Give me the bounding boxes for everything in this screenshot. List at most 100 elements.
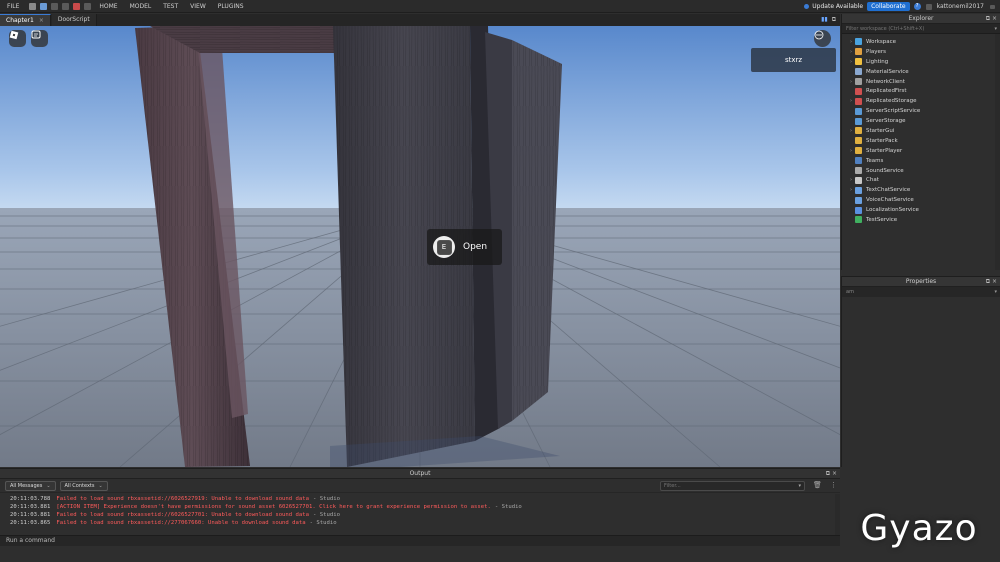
workspace-icon	[855, 38, 862, 46]
starterpack-icon	[855, 137, 862, 145]
explorer-item-replicatedfirst[interactable]: ReplicatedFirst	[842, 86, 1000, 96]
explorer-item-serverstorage[interactable]: ServerStorage	[842, 116, 1000, 126]
explorer-item-replicatedstorage[interactable]: › ReplicatedStorage	[842, 96, 1000, 106]
menu-test[interactable]: TEST	[157, 3, 184, 10]
menu-plugins[interactable]: PLUGINS	[212, 3, 250, 10]
game-viewport[interactable]: stxrz E Open	[0, 26, 840, 467]
explorer-item-serverscriptservice[interactable]: ServerScriptService	[842, 106, 1000, 116]
explorer-item-label: ReplicatedStorage	[866, 98, 917, 105]
chat-button[interactable]	[31, 30, 48, 47]
chevron-right-icon[interactable]: ›	[847, 187, 855, 193]
prompt-key: E	[436, 239, 452, 255]
trash-icon[interactable]: 🗑	[813, 481, 822, 489]
proximity-prompt[interactable]: E Open	[427, 229, 502, 265]
properties-filter-input[interactable]: am ▾	[842, 287, 1000, 297]
roblox-logo-icon	[9, 30, 19, 40]
tab-doorscript[interactable]: DoorScript	[51, 14, 97, 26]
panel-controls-icon[interactable]: ⧉ ×	[826, 469, 837, 479]
explorer-item-voicechatservice[interactable]: VoiceChatService	[842, 195, 1000, 205]
chevron-right-icon[interactable]: ›	[847, 59, 855, 65]
explorer-item-workspace[interactable]: › Workspace	[842, 37, 1000, 47]
explorer-panel: Explorer ⧉ × Filter workspace (Ctrl+Shift…	[841, 14, 1000, 270]
output-line[interactable]: 20:11:03.788 Failed to load sound rbxasse…	[10, 495, 828, 503]
contexts-filter-dropdown[interactable]: All Contexts ⌄	[59, 480, 108, 491]
help-icon[interactable]: ?	[913, 3, 921, 10]
share-icon[interactable]	[925, 3, 932, 10]
output-filter-input[interactable]: Filter... ▾	[660, 481, 805, 491]
close-icon[interactable]: ×	[39, 17, 44, 24]
materialservice-icon	[855, 68, 862, 76]
panel-controls-icon[interactable]: ⧉ ×	[986, 277, 997, 287]
textchatservice-icon	[855, 186, 862, 194]
update-available-button[interactable]: Update Available	[804, 3, 863, 10]
explorer-item-testservice[interactable]: TestService	[842, 215, 1000, 225]
chevron-right-icon[interactable]: ›	[847, 177, 855, 183]
output-line[interactable]: 20:11:03.881 Failed to load sound rbxasse…	[10, 511, 828, 519]
chevron-right-icon[interactable]: ›	[847, 49, 855, 55]
username[interactable]: kattonemil2017	[937, 3, 984, 10]
command-bar-input[interactable]: Run a command	[0, 535, 840, 546]
record-icon[interactable]	[73, 2, 81, 10]
roblox-menu-button[interactable]	[9, 30, 26, 47]
explorer-scrollbar[interactable]	[995, 34, 1000, 270]
undock-icon[interactable]: ⧉	[832, 16, 836, 24]
menu-view[interactable]: VIEW	[184, 3, 212, 10]
soundservice-icon	[855, 167, 862, 175]
scene-render	[0, 26, 840, 467]
chevron-right-icon[interactable]: ›	[847, 98, 855, 104]
more-options-button[interactable]	[814, 30, 831, 47]
panel-controls-icon[interactable]: ⧉ ×	[986, 14, 997, 24]
customize-icon[interactable]	[84, 2, 92, 10]
output-line[interactable]: 20:11:03.865 Failed to load sound rbxasse…	[10, 519, 828, 527]
lighting-icon	[855, 58, 862, 66]
filter-placeholder: Filter workspace (Ctrl+Shift+X)	[846, 26, 925, 32]
explorer-item-starterplayer[interactable]: › StarterPlayer	[842, 146, 1000, 156]
menu-model[interactable]: MODEL	[124, 3, 158, 10]
split-view-icon[interactable]: ▮▮	[821, 16, 828, 24]
collaborate-button[interactable]: Collaborate	[867, 2, 910, 11]
tab-chapter1[interactable]: Chapter1 ×	[0, 14, 51, 26]
teams-icon	[855, 157, 862, 165]
player-list-entry[interactable]: stxrz	[751, 48, 836, 72]
undo-icon[interactable]	[51, 2, 59, 10]
explorer-item-starterpack[interactable]: StarterPack	[842, 136, 1000, 146]
save-icon[interactable]	[29, 2, 37, 10]
redo-icon[interactable]	[62, 2, 70, 10]
more-vertical-icon[interactable]: ⋮	[830, 481, 837, 489]
voicechatservice-icon	[855, 196, 862, 204]
log-source: - Studio	[309, 520, 337, 526]
command-placeholder: Run a command	[6, 537, 55, 544]
explorer-item-localizationservice[interactable]: LocalizationService	[842, 205, 1000, 215]
messages-filter-dropdown[interactable]: All Messages ⌄	[5, 480, 56, 491]
chevron-down-icon[interactable]	[990, 4, 995, 9]
gyazo-watermark: Gyazo	[860, 508, 978, 549]
explorer-item-players[interactable]: › Players	[842, 47, 1000, 57]
replicatedfirst-icon	[855, 87, 862, 95]
explorer-item-materialservice[interactable]: MaterialService	[842, 67, 1000, 77]
players-icon	[855, 48, 862, 56]
studio-window: FILE HOME MODEL TEST VIEW PLUGINS Update…	[0, 0, 1000, 562]
explorer-item-textchatservice[interactable]: › TextChatService	[842, 185, 1000, 195]
explorer-item-lighting[interactable]: › Lighting	[842, 57, 1000, 67]
log-message: Failed to load sound rbxassetid://602652…	[56, 512, 310, 518]
chevron-right-icon[interactable]: ›	[847, 79, 855, 85]
explorer-item-teams[interactable]: Teams	[842, 156, 1000, 166]
menu-home[interactable]: HOME	[93, 3, 123, 10]
explorer-item-startergui[interactable]: › StarterGui	[842, 126, 1000, 136]
chevron-down-icon[interactable]: ▾	[994, 287, 997, 297]
explorer-item-label: StarterPack	[866, 137, 898, 144]
chevron-right-icon[interactable]: ›	[847, 148, 855, 154]
chevron-down-icon[interactable]: ▾	[994, 24, 997, 34]
publish-icon[interactable]	[40, 2, 48, 10]
output-line[interactable]: 20:11:03.881 [ACTION ITEM] Experience doe…	[10, 503, 828, 511]
explorer-item-soundservice[interactable]: SoundService	[842, 166, 1000, 176]
file-menu[interactable]: FILE	[0, 3, 27, 10]
chevron-down-icon: ▾	[798, 483, 801, 489]
output-log: 20:11:03.788 Failed to load sound rbxasse…	[0, 493, 828, 527]
explorer-filter-input[interactable]: Filter workspace (Ctrl+Shift+X) ▾	[842, 24, 1000, 34]
explorer-item-chat[interactable]: › Chat	[842, 175, 1000, 185]
chevron-right-icon[interactable]: ›	[847, 128, 855, 134]
output-title: Output	[409, 470, 431, 477]
explorer-item-networkclient[interactable]: › NetworkClient	[842, 77, 1000, 87]
chevron-right-icon[interactable]: ›	[847, 39, 855, 45]
